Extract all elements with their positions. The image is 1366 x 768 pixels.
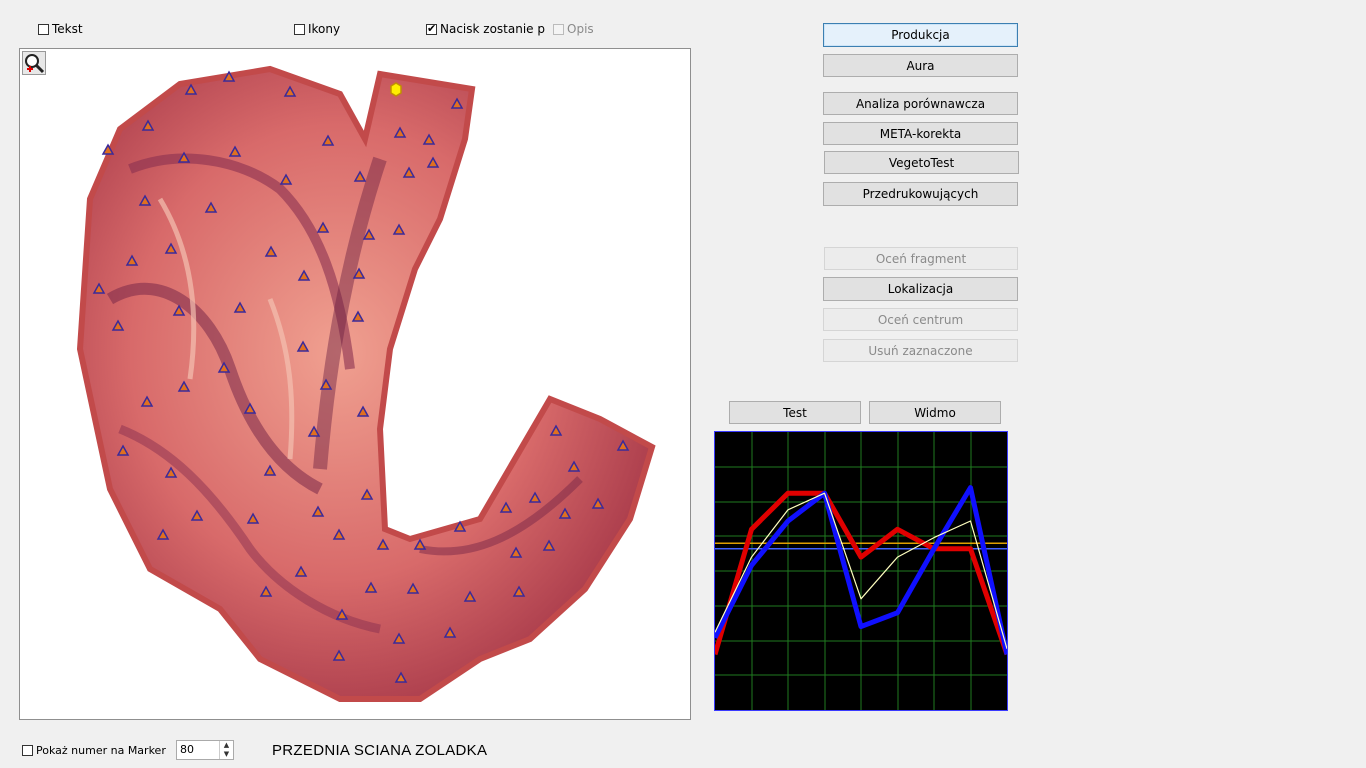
test-button[interactable]: Test (729, 401, 861, 424)
usun-zaznaczone-button[interactable]: Usuń zaznaczone (823, 339, 1018, 362)
yellow-hexagon-marker-icon[interactable] (390, 82, 402, 97)
nacisk-checkbox[interactable]: Nacisk zostanie p (426, 22, 545, 36)
ocen-centrum-button[interactable]: Oceń centrum (823, 308, 1018, 331)
produkcja-button[interactable]: Produkcja (823, 23, 1018, 47)
pokaz-numer-checkbox-label: Pokaż numer na Marker (36, 744, 166, 757)
stomach-illustration (76, 65, 656, 702)
spinner-down-icon[interactable]: ▼ (220, 750, 233, 759)
ikony-checkbox-label: Ikony (308, 22, 341, 36)
ikony-checkbox[interactable]: Ikony (294, 22, 340, 36)
lokalizacja-button[interactable]: Lokalizacja (823, 277, 1018, 301)
widmo-button[interactable]: Widmo (869, 401, 1001, 424)
spinner-up-icon[interactable]: ▲ (220, 741, 233, 750)
tekst-checkbox[interactable]: Tekst (38, 22, 83, 36)
marker-size-value[interactable]: 80 (180, 743, 194, 756)
nacisk-checkbox-label: Nacisk zostanie p (440, 22, 545, 36)
opis-checkbox-box[interactable] (553, 23, 564, 35)
spectrum-graph (712, 431, 1010, 711)
opis-checkbox-label: Opis (567, 22, 594, 36)
ikony-checkbox-box[interactable] (294, 23, 305, 35)
spectrum-graph-svg (712, 432, 1010, 710)
tekst-checkbox-label: Tekst (52, 22, 83, 36)
ocen-fragment-button[interactable]: Oceń fragment (824, 247, 1018, 270)
pokaz-numer-checkbox-box[interactable] (22, 745, 33, 756)
organ-image-viewport[interactable] (19, 48, 691, 720)
vegetotest-button[interactable]: VegetoTest (824, 151, 1019, 174)
meta-korekta-button[interactable]: META-korekta (823, 122, 1018, 145)
marker-size-spinner[interactable]: 80 ▲ ▼ (176, 740, 234, 760)
organ-title: PRZEDNIA SCIANA ZOLADKA (272, 742, 488, 759)
nacisk-checkbox-box[interactable] (426, 22, 437, 35)
opis-checkbox[interactable]: Opis (553, 22, 594, 36)
tekst-checkbox-box[interactable] (38, 23, 49, 35)
pokaz-numer-checkbox[interactable]: Pokaż numer na Marker (22, 744, 166, 757)
aura-button[interactable]: Aura (823, 54, 1018, 77)
przedrukowujacych-button[interactable]: Przedrukowujących (823, 182, 1018, 206)
analiza-porownawcza-button[interactable]: Analiza porównawcza (823, 92, 1018, 115)
